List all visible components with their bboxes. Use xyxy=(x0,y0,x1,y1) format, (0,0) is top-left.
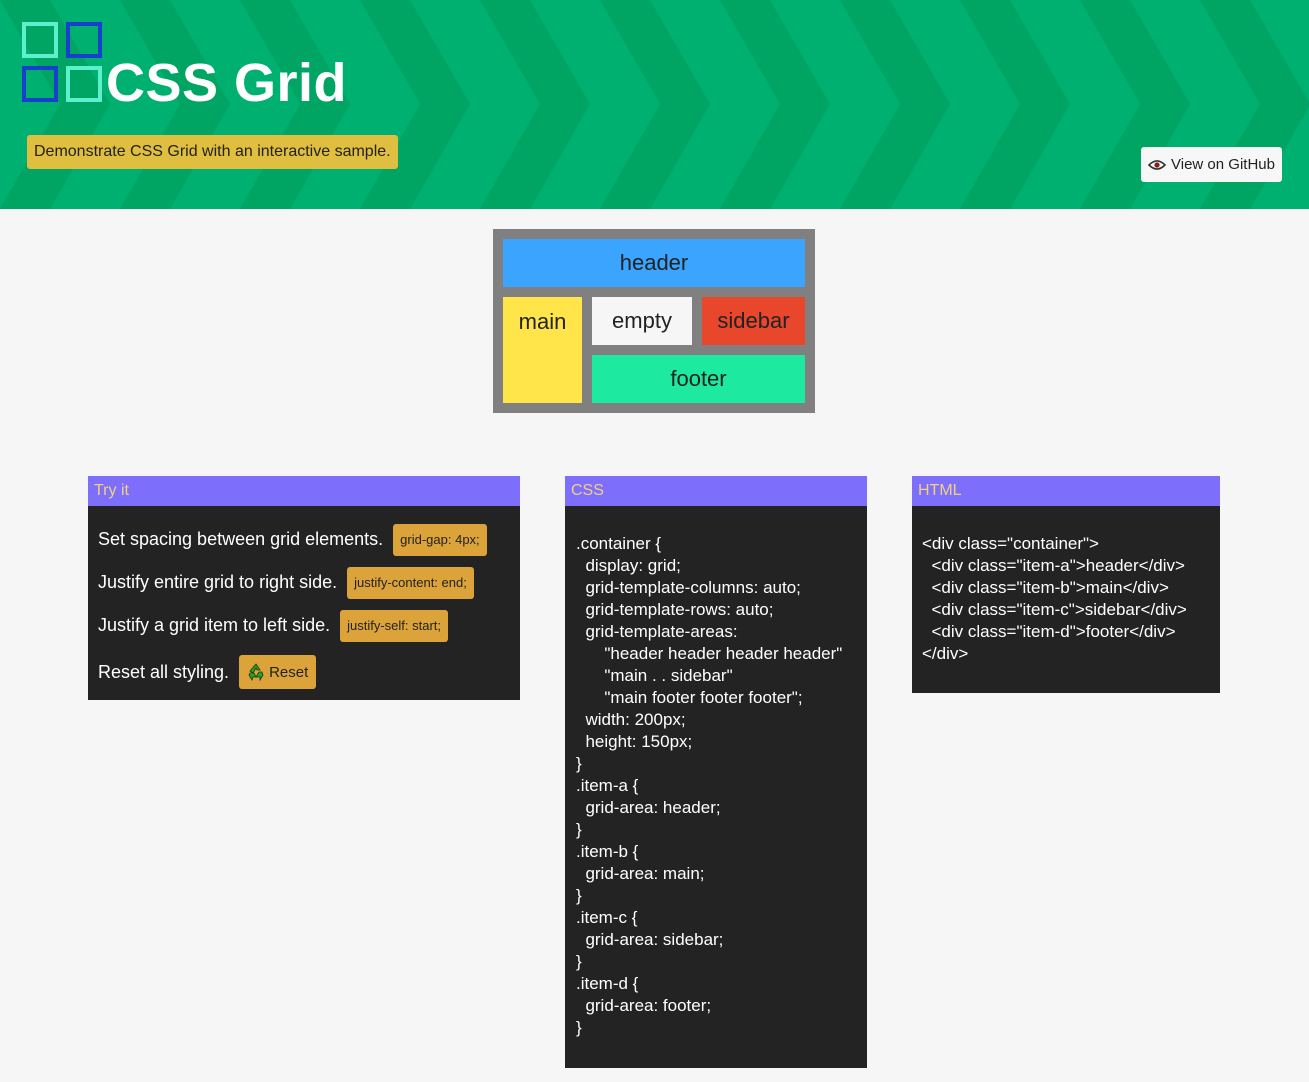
demo-cell-empty: empty xyxy=(592,297,692,345)
css-code: .container { display: grid; grid-templat… xyxy=(576,534,843,1037)
demo-cell-footer: footer xyxy=(592,355,805,403)
reset-label: Reset xyxy=(269,663,309,681)
panel-title: HTML xyxy=(912,476,1220,506)
recycle-icon xyxy=(248,663,264,681)
try-row-text: Justify a grid item to left side. xyxy=(98,615,331,635)
justify-content-button[interactable]: justify-content: end; xyxy=(347,566,474,599)
grid-logo-icon xyxy=(22,22,102,102)
try-row-gap: Set spacing between grid elements. grid-… xyxy=(98,518,510,561)
html-code: <div class="container"> <div class="item… xyxy=(922,534,1187,663)
css-panel-body: .container { display: grid; grid-templat… xyxy=(565,506,867,1068)
demo-cell-header: header xyxy=(503,239,805,287)
html-panel-body: <div class="container"> <div class="item… xyxy=(912,506,1220,693)
try-row-justify-self: Justify a grid item to left side. justif… xyxy=(98,604,510,647)
try-it-body: Set spacing between grid elements. grid-… xyxy=(88,506,520,700)
html-panel: HTML <div class="container"> <div class=… xyxy=(912,476,1220,693)
justify-self-button[interactable]: justify-self: start; xyxy=(340,609,449,642)
try-row-justify-content: Justify entire grid to right side. justi… xyxy=(98,561,510,604)
css-panel: CSS .container { display: grid; grid-tem… xyxy=(565,476,867,1068)
site-banner: CSS Grid Demonstrate CSS Grid with an in… xyxy=(0,0,1309,209)
demo-cell-main: main xyxy=(503,297,582,403)
eye-icon xyxy=(1148,159,1167,170)
try-row-reset: Reset all styling. Reset xyxy=(98,647,510,697)
panel-title: CSS xyxy=(565,476,867,506)
panel-title: Try it xyxy=(88,476,520,506)
try-row-text: Reset all styling. xyxy=(98,661,230,682)
tagline: Demonstrate CSS Grid with an interactive… xyxy=(27,135,398,169)
try-row-text: Set spacing between grid elements. xyxy=(98,529,384,549)
try-row-text: Justify entire grid to right side. xyxy=(98,572,338,592)
view-on-github-button[interactable]: View on GitHub xyxy=(1141,147,1282,182)
grid-demo-container: header main empty sidebar footer xyxy=(493,229,815,413)
demo-cell-sidebar: sidebar xyxy=(702,297,805,345)
grid-gap-button[interactable]: grid-gap: 4px; xyxy=(393,523,487,556)
site-title: CSS Grid xyxy=(106,53,348,113)
reset-button[interactable]: Reset xyxy=(239,655,317,689)
github-button-label: View on GitHub xyxy=(1171,156,1275,173)
try-it-panel: Try it Set spacing between grid elements… xyxy=(88,476,520,700)
